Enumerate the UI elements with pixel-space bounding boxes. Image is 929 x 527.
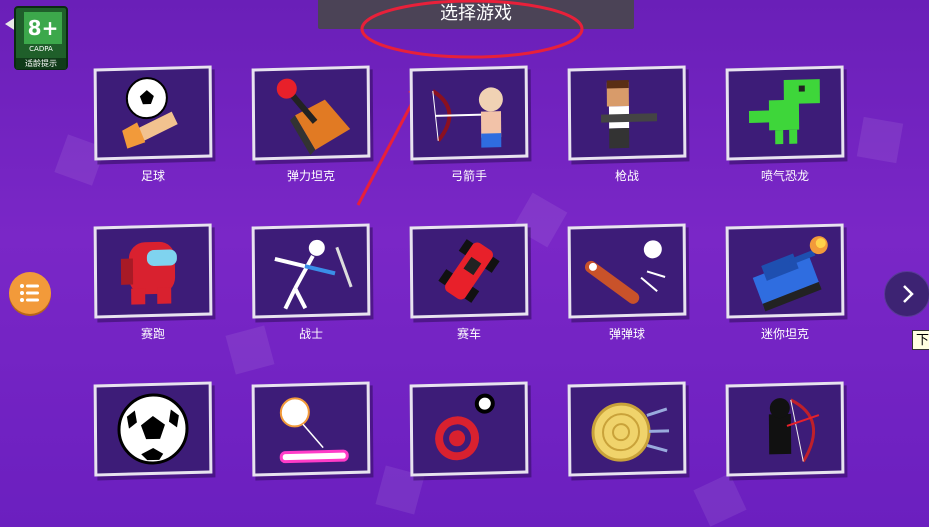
age-rating-badge: 8+ CADPA 适龄提示 [14,6,68,70]
tooltip: 下 [912,330,929,350]
age-rating-tip: 适龄提示 [16,58,66,69]
game-tile-9[interactable]: 弹弹球 [567,223,692,341]
stickman-warrior-icon [274,239,353,310]
game-label: 迷你坦克 [760,327,809,341]
game-tile-13[interactable] [409,381,534,479]
game-tile-14[interactable] [567,381,692,479]
soccer-kick-icon [122,77,178,149]
target-icon [435,393,495,461]
game-tile-8[interactable]: 赛车 [409,223,534,341]
race-car-icon [438,239,500,303]
game-tile-3[interactable]: 弓箭手 [409,65,534,183]
crewmate-icon [120,241,177,305]
game-tile-5[interactable]: 喷气恐龙 [725,65,850,183]
game-tile-1[interactable]: 足球 [93,65,218,183]
archer-icon [431,87,503,148]
gunman-icon [601,79,658,149]
mini-tank-icon [752,236,828,312]
page-title: 选择游戏 [440,3,512,24]
game-tile-10[interactable]: 迷你坦克 [725,223,850,341]
game-label: 弹弹球 [608,327,645,341]
game-tile-11[interactable] [93,381,218,479]
game-tile-12[interactable] [251,381,376,479]
game-tile-6[interactable]: 赛跑 [93,223,218,341]
chevron-right-icon [903,285,914,303]
game-label: 枪战 [614,169,639,183]
bounce-ball-icon [279,397,349,464]
game-tile-4[interactable]: 枪战 [567,65,692,183]
dark-archer-icon [768,398,820,463]
game-label: 足球 [140,169,165,183]
age-rating-org: CADPA [29,45,53,53]
joystick-tank-icon [276,78,351,156]
knife-wood-icon [591,402,670,462]
age-rating-value: 8+ [24,12,62,44]
game-label: 战士 [298,327,323,341]
page-title-bar: 选择游戏 [318,0,634,29]
menu-button[interactable] [9,272,51,314]
next-page-button[interactable] [884,271,929,317]
list-icon [20,284,39,302]
game-label: 赛跑 [140,327,165,341]
game-label: 弓箭手 [450,169,487,183]
game-tile-7[interactable]: 战士 [251,223,376,341]
game-tile-15[interactable] [725,381,850,479]
dino-icon [748,79,820,145]
pinball-icon [584,240,666,304]
game-tile-2[interactable]: 弹力坦克 [251,65,376,183]
game-label: 喷气恐龙 [760,169,809,183]
game-label: 弹力坦克 [286,169,335,183]
game-label: 赛车 [456,327,481,341]
soccer-ball-icon [117,393,189,465]
